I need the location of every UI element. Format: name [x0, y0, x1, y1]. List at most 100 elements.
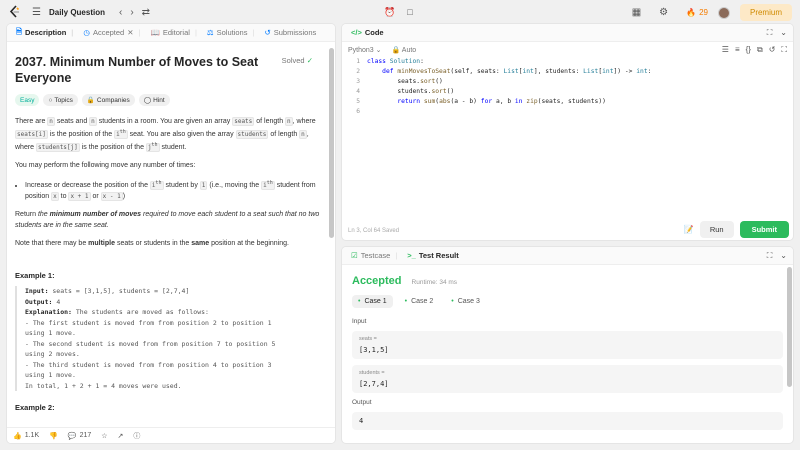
result-panel: ☑ Testcase | >_ Test Result ⛶ ⌄ Accepted… [341, 246, 794, 444]
language-select[interactable]: Python3 ⌄ [348, 46, 382, 54]
pass-dot-icon: • [358, 298, 361, 305]
code-brackets-icon: </> [351, 28, 362, 37]
copy-icon[interactable]: ⧉ [757, 45, 763, 55]
submit-button[interactable]: Submit [739, 221, 789, 238]
case-2-tab[interactable]: • Case 2 [399, 295, 440, 308]
layout-icon[interactable]: ▦ [632, 7, 641, 18]
hint-chip[interactable]: ◯ Hint [138, 94, 170, 106]
result-scrollbar[interactable] [787, 267, 792, 387]
note-icon[interactable]: 📝 [684, 225, 694, 234]
case-1-tab[interactable]: • Case 1 [352, 295, 393, 308]
next-problem-icon[interactable]: › [130, 7, 133, 18]
settings-gear-icon[interactable]: ⚙ [659, 7, 668, 18]
format-icon[interactable]: ≡ [735, 45, 740, 55]
result-tabs: ☑ Testcase | >_ Test Result ⛶ ⌄ [342, 247, 793, 265]
tab-test-result-label: Test Result [418, 251, 459, 260]
topics-chip[interactable]: ○ Topics [43, 94, 78, 106]
line-number: 4 [356, 88, 360, 95]
topics-label: Topics [54, 96, 73, 104]
auto-mode-toggle[interactable]: 🔒 Auto [392, 46, 417, 54]
checkbox-icon: ☑ [351, 251, 358, 260]
comment-icon: 💬 [67, 432, 77, 440]
verdict-accepted: Accepted [352, 275, 402, 287]
mode-label: Auto [401, 47, 417, 54]
star-icon: ☆ [101, 432, 108, 440]
tab-solutions[interactable]: ⚖ Solutions | [204, 28, 258, 37]
leetcode-logo[interactable] [8, 5, 22, 19]
case-label: Case 1 [364, 298, 387, 305]
like-button[interactable]: 👍 1.1K [13, 432, 39, 440]
premium-button[interactable]: Premium [739, 4, 792, 21]
students-input-field: students = [2,7,4] [352, 365, 783, 393]
line-number: 6 [356, 108, 360, 115]
user-avatar[interactable] [717, 6, 730, 19]
tab-submissions-label: Submissions [273, 28, 317, 37]
problem-chips: Easy ○ Topics 🔒 Companies ◯ Hint [15, 94, 321, 106]
thumbs-down-icon: 👎 [49, 432, 58, 440]
history-icon: ↺ [264, 28, 271, 37]
comments-button[interactable]: 💬 217 [68, 432, 91, 440]
hint-label: Hint [153, 96, 165, 104]
tab-code[interactable]: </> Code [348, 28, 387, 37]
output-value: 4 [359, 417, 364, 425]
streak-count: 29 [699, 8, 708, 17]
collapse-icon[interactable]: ⌄ [780, 28, 787, 38]
code-toolbar: Python3 ⌄ 🔒 Auto ☰ ≡ {} ⧉ ↺ ⛶ [342, 42, 793, 58]
share-button[interactable]: ↗ [118, 432, 124, 440]
tab-test-result[interactable]: >_ Test Result [404, 251, 461, 260]
tab-description[interactable]: 🗎 Description | [13, 26, 76, 39]
maximize-icon[interactable]: ⛶ [767, 28, 773, 38]
dislike-button[interactable]: 👎 [49, 432, 58, 440]
reset-icon[interactable]: ↺ [769, 45, 776, 55]
case-3-tab[interactable]: • Case 3 [445, 295, 486, 308]
lightbulb-icon: ◯ [143, 97, 152, 104]
tab-description-label: Description [25, 28, 67, 37]
tab-divider: | [138, 28, 141, 37]
tab-editorial[interactable]: 📖 Editorial | [147, 28, 199, 37]
tab-divider: | [395, 251, 398, 260]
solved-status: Solved ✓ [282, 56, 313, 65]
code-panel-controls: ⛶ ⌄ [767, 28, 787, 38]
maximize-icon[interactable]: ⛶ [767, 251, 773, 261]
code-actions: 📝 Run Submit [684, 221, 789, 238]
help-button[interactable]: ⓘ [133, 431, 140, 441]
braces-icon[interactable]: {} [746, 45, 751, 55]
case-label: Case 2 [411, 298, 434, 305]
tab-accepted[interactable]: ◷ Accepted ✕ | [80, 28, 143, 37]
move-rule-list: Increase or decrease the position of the… [25, 178, 321, 202]
code-editor[interactable]: 1 class Solution: 2 def minMovesToSeat(s… [342, 58, 793, 208]
collapse-icon[interactable]: ⌄ [780, 251, 787, 261]
favorite-button[interactable]: ☆ [101, 432, 107, 440]
fullscreen-icon[interactable]: ⛶ [781, 45, 787, 55]
description-footer: 👍 1.1K 👎 💬 217 ☆ ↗ ⓘ [7, 427, 335, 443]
bookmark-icon[interactable]: ☰ [722, 45, 729, 55]
lock-icon: 🔒 [391, 47, 401, 54]
pass-dot-icon: • [404, 298, 408, 305]
run-button[interactable]: Run [699, 221, 734, 238]
editor-actions: ☰ ≡ {} ⧉ ↺ ⛶ [722, 45, 787, 55]
code-line-2: def minMovesToSeat(self, seats: List[int… [382, 68, 652, 75]
tab-submissions[interactable]: ↺ Submissions [261, 28, 319, 37]
line-number: 5 [356, 98, 360, 105]
companies-chip[interactable]: 🔒 Companies [81, 94, 135, 106]
tab-accepted-label: Accepted [92, 28, 125, 37]
shuffle-icon[interactable]: ⇄ [142, 7, 150, 18]
timer-icon[interactable]: ⏰ [383, 5, 397, 19]
tab-solutions-label: Solutions [216, 28, 248, 37]
tab-editorial-label: Editorial [162, 28, 190, 37]
problem-list-icon[interactable]: ☰ [32, 7, 41, 18]
tab-testcase[interactable]: ☑ Testcase | [348, 251, 400, 260]
problem-title[interactable]: 2037. Minimum Number of Moves to Seat Ev… [15, 54, 265, 86]
description-scrollbar[interactable] [329, 48, 334, 238]
close-tab-icon[interactable]: ✕ [127, 28, 133, 37]
daily-question-title[interactable]: Daily Question [49, 8, 105, 17]
tab-testcase-label: Testcase [360, 251, 391, 260]
notes-icon[interactable]: □ [403, 5, 417, 19]
like-count: 1.1K [24, 432, 40, 439]
streak-counter[interactable]: 🔥 29 [686, 8, 708, 17]
solved-label: Solved [281, 56, 305, 65]
terminal-icon: >_ [407, 251, 416, 260]
seats-value: [3,1,5] [359, 346, 389, 354]
example-2-heading: Example 2: [15, 403, 55, 412]
prev-problem-icon[interactable]: ‹ [119, 7, 122, 18]
